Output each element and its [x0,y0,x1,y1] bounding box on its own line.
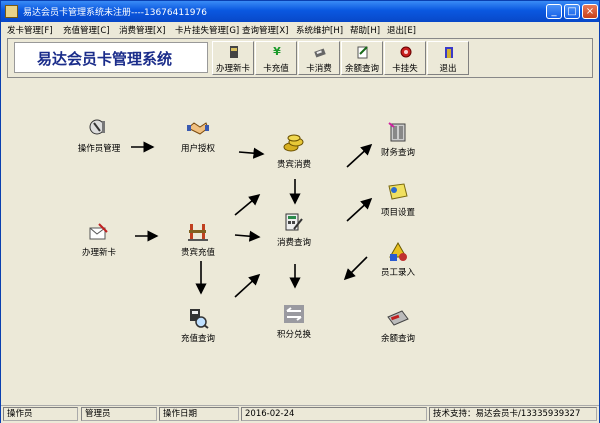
status-operator-value: 管理员 [81,407,157,421]
node-vip-recharge[interactable]: 贵宾充值 [163,221,233,258]
close-icon[interactable]: × [582,4,598,19]
exit-button[interactable]: 退出 [427,41,469,75]
vip-consume-label: 贵宾消费 [276,160,311,170]
recharge-query-icon [190,309,209,329]
node-vip-consume[interactable]: 贵宾消费 [259,133,329,170]
new-card-flow-label: 办理新卡 [81,248,116,258]
report-loss-label: 卡挂失 [392,64,418,74]
maximize-icon[interactable]: □ [564,4,580,19]
operator-manage-label: 操作员管理 [77,144,121,154]
recharge-button[interactable]: ¥ 卡充值 [255,41,297,75]
consume-query-label: 消费查询 [276,238,311,248]
status-operator-label: 操作员 [3,407,78,421]
points-exchange-label: 积分兑换 [276,330,311,340]
menu-loss-report[interactable]: 卡片挂失管理[G] [175,24,239,36]
coins-icon [283,134,304,152]
node-new-card[interactable]: 办理新卡 [64,221,134,258]
balance-query-icon [356,45,370,59]
node-recharge-query[interactable]: 充值查询 [163,307,233,344]
menu-exit[interactable]: 退出[E] [387,24,416,36]
status-bar: 操作员 管理员 操作日期 2016-02-24 技术支持：易达会员卡/13335… [1,405,599,423]
vip-recharge-icon [188,224,208,241]
project-settings-label: 项目设置 [380,208,415,218]
new-card-label: 办理新卡 [215,64,250,74]
status-support: 技术支持：易达会员卡/13335939327 [429,407,597,421]
user-authorize-label: 用户授权 [180,144,215,154]
consume-query-icon [285,213,303,231]
staff-icon [389,241,407,261]
menu-help[interactable]: 帮助[H] [350,24,380,36]
staff-entry-label: 员工录入 [380,268,415,278]
node-user-authorize[interactable]: 用户授权 [163,117,233,154]
exit-label: 退出 [439,64,457,74]
app-icon [5,5,18,18]
menu-system[interactable]: 系统维护[H] [296,24,343,36]
balance-query-flow-label: 余额查询 [380,334,415,344]
node-balance-query[interactable]: 余额查询 [363,307,433,344]
node-staff-entry[interactable]: 员工录入 [363,241,433,278]
exchange-icon [284,305,304,323]
operator-icon [89,119,105,135]
node-project-settings[interactable]: 项目设置 [363,181,433,218]
new-card-flow-icon [89,223,108,240]
arrow-recharge-to-consume-query [234,230,261,242]
banner-title: 易达会员卡管理系统 [37,50,173,68]
menu-bar: 发卡管理[F] 充值管理[C] 消费管理[X] 卡片挂失管理[G] 查询管理[X… [1,22,599,36]
minimize-icon[interactable]: _ [546,4,562,19]
main-window: 易达会员卡管理系统未注册----13676411976 _ □ × 发卡管理[F… [0,0,600,423]
node-operator-manage[interactable]: 操作员管理 [64,117,134,154]
consume-button[interactable]: 卡消费 [298,41,340,75]
recharge-label: 卡充值 [263,64,289,74]
recharge-query-label: 充值查询 [180,334,215,344]
menu-query[interactable]: 查询管理[X] [242,24,288,36]
handshake-icon [187,122,209,135]
consume-label: 卡消费 [306,64,332,74]
new-card-icon [227,45,241,59]
node-finance-query[interactable]: 财务查询 [363,121,433,158]
consume-icon [313,45,327,59]
finance-icon [388,122,406,142]
menu-recharge[interactable]: 充值管理[C] [63,24,110,36]
report-loss-button[interactable]: 卡挂失 [384,41,426,75]
status-date-label: 操作日期 [159,407,239,421]
balance-query-button[interactable]: 余额查询 [341,41,383,75]
node-points-exchange[interactable]: 积分兑换 [259,303,329,340]
arrow-recharge-to-consume [234,193,261,216]
node-consume-query[interactable]: 消费查询 [259,211,329,248]
yen-icon: ¥ [273,45,281,58]
new-card-button[interactable]: 办理新卡 [212,41,254,75]
balance-query-label: 余额查询 [344,64,379,74]
app-banner: 易达会员卡管理系统 [14,42,208,73]
toolbar-panel: 易达会员卡管理系统 办理新卡 ¥ 卡充值 卡消费 余额查询 卡挂失 退出 [7,38,593,78]
exit-icon [442,45,456,59]
arrow-query-to-consume-query [234,273,261,298]
vip-recharge-label: 贵宾充值 [180,248,215,258]
window-title: 易达会员卡管理系统未注册----13676411976 [23,8,207,18]
project-icon [388,183,408,200]
menu-consume[interactable]: 消费管理[X] [119,24,165,36]
status-date-value: 2016-02-24 [241,407,427,421]
flow-canvas: 操作员管理 用户授权 贵宾消费 财务查询 办理新卡 贵宾充值 消费查询 项目设置… [7,81,593,401]
report-loss-icon [399,45,413,59]
menu-card-issue[interactable]: 发卡管理[F] [7,24,53,36]
balance-flow-icon [387,310,409,326]
title-bar: 易达会员卡管理系统未注册----13676411976 _ □ × [1,1,599,22]
finance-query-label: 财务查询 [380,148,415,158]
